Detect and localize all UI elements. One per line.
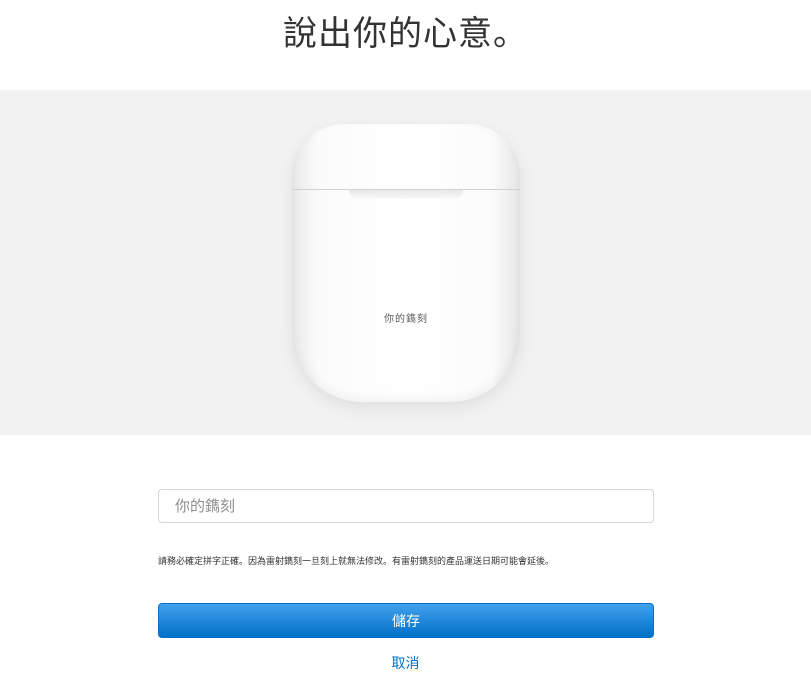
save-button[interactable]: 儲存 (158, 603, 654, 638)
airpods-case-image: 你的鐫刻 (292, 124, 520, 402)
cancel-link[interactable]: 取消 (0, 654, 811, 674)
page-title: 說出你的心意。 (283, 14, 528, 54)
case-lid-notch (349, 190, 463, 199)
product-preview-area: 你的鐫刻 (0, 90, 811, 435)
engraving-input[interactable] (158, 489, 654, 523)
engraving-notice: 請務必確定拼字正確。因為雷射鐫刻一旦刻上就無法修改。有雷射鐫刻的產品運送日期可能… (158, 557, 555, 567)
engraving-page: 說出你的心意。 你的鐫刻 請務必確定拼字正確。因為雷射鐫刻一旦刻上就無法修改。有… (0, 0, 811, 682)
engraving-preview-text: 你的鐫刻 (384, 314, 428, 325)
